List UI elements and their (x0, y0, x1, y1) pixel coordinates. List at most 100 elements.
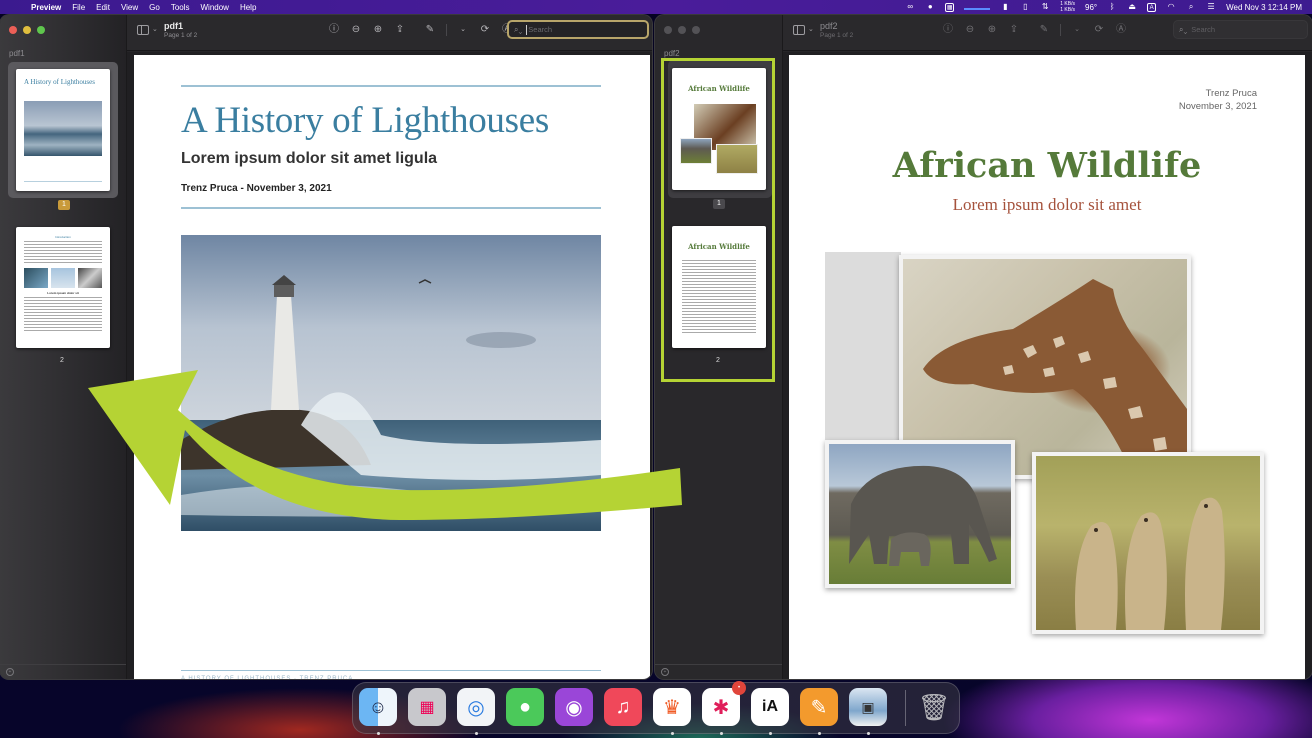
sidebar-document-name: pdf2 (664, 49, 680, 58)
document-view[interactable]: A History of Lighthouses Lorem ipsum dol… (127, 52, 652, 679)
rotate-icon[interactable]: ⟳ (1093, 24, 1105, 36)
input-source-icon[interactable]: A (1147, 2, 1157, 12)
zoom-in-icon[interactable]: ⊕ (986, 24, 998, 36)
dock-trash-icon[interactable]: 🗑 (915, 688, 953, 726)
page-date: November 3, 2021 (1178, 101, 1257, 112)
dock-preview-icon[interactable]: ▣ (849, 688, 887, 726)
memory-meter-icon[interactable]: ▮ (1000, 2, 1010, 12)
zoom-out-icon[interactable]: ⊖ (964, 24, 976, 36)
bluetooth-icon[interactable]: ᛒ (1107, 2, 1117, 12)
clock[interactable]: Wed Nov 3 12:14 PM (1226, 3, 1302, 12)
dock-music-icon[interactable]: ♫ (604, 688, 642, 726)
photo-shadow-panel (825, 252, 901, 440)
control-center-icon[interactable]: ☰ (1206, 2, 1216, 12)
creative-cloud-icon[interactable]: ∞ (905, 2, 915, 12)
minimize-button[interactable] (23, 26, 31, 34)
zoom-button[interactable] (692, 26, 700, 34)
rotate-icon[interactable]: ⟳ (479, 24, 491, 36)
status-area: ∞ ● ▦ ▮ ▯ ⇅ 1 KB/s 1 KB/s 96° ᛒ ⏏ A ◠ ⌕ ☰… (905, 0, 1302, 14)
add-page-icon[interactable]: + (661, 668, 669, 676)
dock-messages-icon[interactable]: ● (506, 688, 544, 726)
thumb2-photo-1 (24, 268, 48, 288)
dock-launchpad-icon[interactable]: ▦ (408, 688, 446, 726)
page-thumbnail-2[interactable]: Introduction Lorem ipsum dolor sit (16, 227, 110, 348)
lighthouse-illustration (181, 235, 601, 531)
add-page-icon[interactable]: + (6, 668, 14, 676)
markup-pen-icon[interactable]: ✎ (424, 24, 436, 36)
meerkat-photo (1032, 452, 1264, 634)
menu-go[interactable]: Go (149, 3, 160, 12)
dock-slack-icon[interactable]: ✱ • (702, 681, 746, 726)
spotlight-icon[interactable]: ⌕ (1186, 2, 1196, 12)
sidebar-footer: + (0, 664, 126, 679)
search-icon: ⌕⌄ (514, 24, 523, 34)
info-icon[interactable]: ⓘ (942, 24, 954, 36)
temperature-readout[interactable]: 96° (1085, 3, 1097, 12)
dock-ia-writer-icon[interactable]: iA (751, 688, 789, 726)
disk-meter-icon[interactable]: ▯ (1020, 2, 1030, 12)
share-icon[interactable]: ⇪ (394, 24, 406, 36)
document-view[interactable]: Trenz Pruca November 3, 2021 African Wil… (783, 52, 1312, 679)
dock-pages-icon[interactable]: ✎ (800, 688, 838, 726)
page-subtitle: Lorem ipsum dolor sit amet (952, 195, 1142, 214)
page-indicator: Page 1 of 2 (820, 32, 854, 39)
thumb2-text-2 (24, 297, 102, 333)
zoom-in-icon[interactable]: ⊕ (372, 24, 384, 36)
annotate-icon[interactable]: Ⓐ (1115, 24, 1127, 36)
lighthouse-lamp (274, 285, 294, 297)
thumb-title: A History of Lighthouses (24, 78, 95, 86)
page-thumbnail-1[interactable]: A History of Lighthouses (16, 69, 110, 191)
elephant-calf (889, 532, 931, 566)
menu-window[interactable]: Window (201, 3, 229, 12)
network-icon[interactable]: ⇅ (1040, 2, 1050, 12)
cpu-meter-icon[interactable] (964, 4, 991, 10)
window-grid-icon[interactable]: ▦ (945, 2, 955, 12)
dock-finder-icon[interactable]: ☺ (359, 688, 397, 726)
menu-edit[interactable]: Edit (96, 3, 110, 12)
dock-running-indicator (671, 732, 674, 735)
toolbar-buttons: ⓘ ⊖ ⊕ ⇪ ✎ ⌄ ⟳ Ⓐ (328, 24, 513, 36)
markup-chevron-icon[interactable]: ⌄ (1071, 24, 1083, 36)
share-icon[interactable]: ⇪ (1008, 24, 1020, 36)
dock-running-indicator (475, 732, 478, 735)
thumb-lighthouse-image (24, 101, 102, 156)
minimize-button[interactable] (678, 26, 686, 34)
menu-tools[interactable]: Tools (171, 3, 190, 12)
close-button[interactable] (664, 26, 672, 34)
dock-safari-icon[interactable]: ◎ (457, 688, 495, 726)
document-title: pdf2 (820, 21, 838, 31)
dock-brave-icon[interactable]: ♛ (653, 688, 691, 726)
page-footer: A HISTORY OF LIGHTHOUSES · TRENZ PRUCA (181, 676, 354, 679)
sidebar-toggle-icon[interactable] (793, 25, 805, 35)
menu-view[interactable]: View (121, 3, 138, 12)
sidebar-toggle-icon[interactable] (137, 25, 149, 35)
markup-pen-icon[interactable]: ✎ (1038, 24, 1050, 36)
toolbar: ⌄ pdf2 Page 1 of 2 ⓘ ⊖ ⊕ ⇪ ✎ ⌄ ⟳ Ⓐ ⌕⌄ Se… (783, 15, 1312, 51)
chevron-down-icon[interactable]: ⌄ (808, 25, 814, 33)
page-number-1: 1 (58, 200, 70, 210)
close-button[interactable] (9, 26, 17, 34)
menu-help[interactable]: Help (240, 3, 256, 12)
zoom-out-icon[interactable]: ⊖ (350, 24, 362, 36)
chevron-down-icon[interactable]: ⌄ (152, 25, 158, 33)
search-field[interactable]: ⌕⌄ Search (507, 20, 649, 39)
dock-podcasts-icon[interactable]: ◉ (555, 688, 593, 726)
zoom-button[interactable] (37, 26, 45, 34)
menu-file[interactable]: File (72, 3, 85, 12)
search-field[interactable]: ⌕⌄ Search (1173, 20, 1308, 39)
thumb-footer-rule (24, 181, 102, 182)
info-icon[interactable]: ⓘ (328, 24, 340, 36)
toolbar-separator (446, 24, 447, 36)
menu-app-preview[interactable]: Preview (31, 3, 61, 12)
markup-chevron-icon[interactable]: ⌄ (457, 24, 469, 36)
wifi-icon[interactable]: ◠ (1166, 2, 1176, 12)
cloud (466, 332, 536, 348)
meerkats (1075, 497, 1225, 630)
thumbnail-sidebar: pdf1 A History of Lighthouses 1 Introduc… (0, 15, 127, 679)
eject-icon[interactable]: ⏏ (1127, 2, 1137, 12)
elephant-illustration (849, 465, 997, 566)
dock-running-indicator (818, 732, 821, 735)
dock-separator (905, 690, 906, 726)
header-rule-top (181, 85, 601, 87)
globe-icon[interactable]: ● (925, 2, 935, 12)
